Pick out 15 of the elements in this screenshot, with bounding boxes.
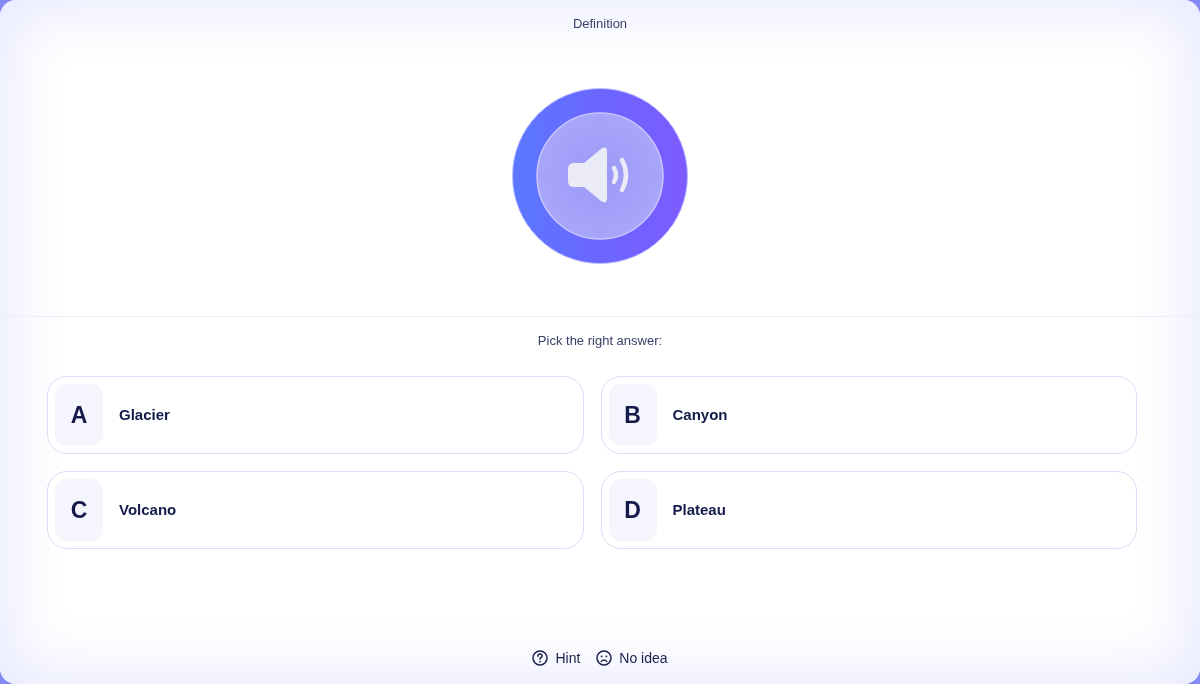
section-title: Definition (572, 15, 628, 33)
skip-button[interactable]: No idea (596, 648, 668, 668)
letter-tile: A (55, 384, 103, 446)
question-prompt: Pick the right answer: (536, 332, 664, 350)
answer-option[interactable]: D Plateau (600, 471, 1137, 549)
answer-option[interactable]: C Volcano (47, 471, 584, 549)
answer-option[interactable]: B Canyon (600, 376, 1137, 454)
help-icon (532, 650, 549, 666)
sad-face-icon (596, 650, 613, 666)
answer-option[interactable]: A Glacier (47, 376, 584, 454)
letter-tile: B (608, 384, 657, 446)
hint-button[interactable]: Hint (532, 648, 581, 668)
letter-tile: D (608, 479, 657, 541)
speaker-icon (536, 112, 664, 240)
letter-tile: C (55, 479, 103, 541)
